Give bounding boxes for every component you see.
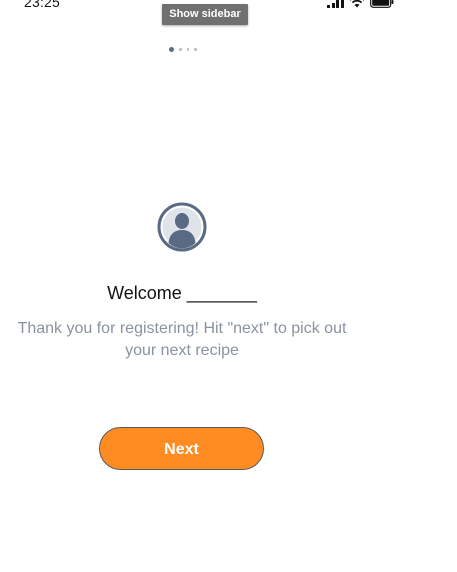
page-dot [194, 48, 197, 51]
page-dot-active [169, 47, 174, 52]
show-sidebar-button[interactable]: Show sidebar [162, 4, 248, 25]
page-dot [186, 48, 189, 51]
status-bar-icons [327, 0, 394, 8]
page-dot [179, 48, 182, 51]
welcome-subtitle: Thank you for registering! Hit "next" to… [17, 320, 347, 359]
welcome-title: Welcome _______ [107, 283, 257, 303]
page-indicator [169, 47, 197, 52]
battery-icon [369, 0, 394, 8]
status-bar-time: 23:25 [24, 0, 61, 10]
next-button[interactable]: Next [99, 427, 264, 470]
cellular-signal-icon [327, 0, 344, 8]
welcome-screen: 23:25 Show sidebar Welcome _______ Thank… [0, 0, 457, 572]
wifi-icon [349, 0, 365, 8]
user-avatar-icon [157, 202, 207, 252]
